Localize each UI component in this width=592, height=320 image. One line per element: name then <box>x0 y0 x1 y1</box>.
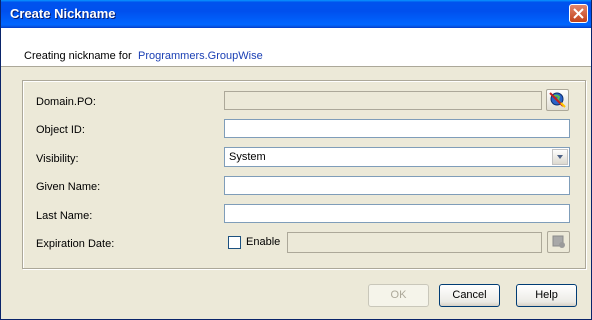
header-target-link[interactable]: Programmers.GroupWise <box>138 50 263 62</box>
domain-browse-button[interactable] <box>546 89 569 111</box>
given-name-label: Given Name: <box>36 181 101 193</box>
domain-po-label: Domain.PO: <box>36 96 96 108</box>
calendar-icon <box>552 235 565 248</box>
visibility-value: System <box>229 151 266 163</box>
visibility-label: Visibility: <box>36 153 79 165</box>
ok-button[interactable]: OK <box>368 284 429 307</box>
enable-checkbox-label[interactable]: Enable <box>246 236 280 248</box>
enable-checkbox[interactable] <box>228 236 241 249</box>
visibility-dropdown-button[interactable] <box>552 149 568 165</box>
cancel-button[interactable]: Cancel <box>439 284 500 307</box>
visibility-select[interactable]: System <box>224 147 570 167</box>
help-button[interactable]: Help <box>516 284 577 307</box>
domain-po-input <box>225 92 541 109</box>
close-icon <box>573 8 584 19</box>
expiration-date-input <box>288 233 541 252</box>
expiration-date-label: Expiration Date: <box>36 238 115 250</box>
object-id-field[interactable] <box>224 119 570 138</box>
last-name-field[interactable] <box>224 204 570 223</box>
domain-po-field <box>224 91 542 110</box>
close-button[interactable] <box>569 4 588 23</box>
given-name-field[interactable] <box>224 176 570 195</box>
last-name-label: Last Name: <box>36 210 93 222</box>
calendar-button <box>547 231 570 253</box>
object-id-input[interactable] <box>225 120 569 137</box>
given-name-input[interactable] <box>225 177 569 194</box>
object-id-label: Object ID: <box>36 124 85 136</box>
last-name-input[interactable] <box>225 205 569 222</box>
globe-browse-icon <box>549 92 566 108</box>
window-title: Create Nickname <box>10 6 116 21</box>
create-nickname-dialog: Create Nickname Creating nickname for Pr… <box>0 0 592 320</box>
chevron-down-icon <box>557 155 563 159</box>
title-bar[interactable]: Create Nickname <box>1 0 591 28</box>
expiration-date-field <box>287 232 542 253</box>
header-label: Creating nickname for <box>24 50 132 62</box>
